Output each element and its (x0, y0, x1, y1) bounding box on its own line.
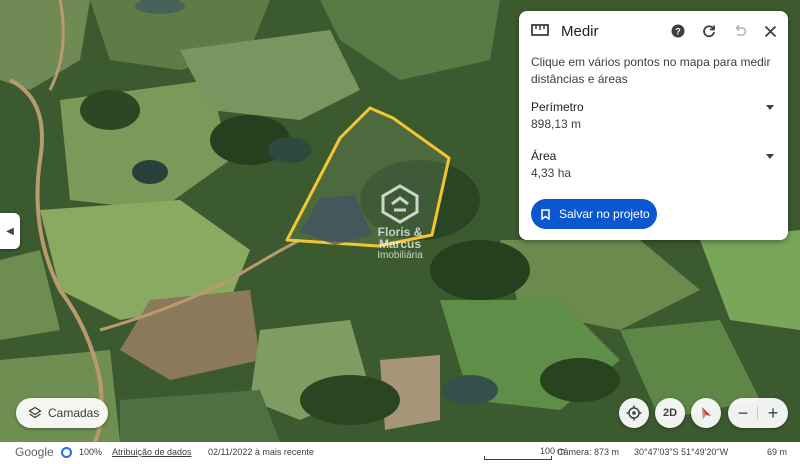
perimeter-value: 898,13 m (531, 117, 582, 131)
undo-icon[interactable] (731, 22, 749, 40)
watermark: Floris & Marcus Imobiliária (360, 184, 440, 278)
layers-button[interactable]: Camadas (16, 398, 108, 428)
watermark-line3: Imobiliária (377, 250, 423, 261)
expand-panel-tab[interactable]: ◀ (0, 213, 20, 249)
help-icon[interactable]: ? (669, 22, 687, 40)
area-label: Área (531, 149, 557, 163)
ground-elevation: 69 m (767, 447, 788, 457)
caret-down-icon[interactable] (766, 154, 774, 159)
ruler-icon (531, 24, 549, 36)
measure-panel: Medir ? Clique em vários pontos no mapa … (519, 11, 788, 240)
status-bar: Google 100% Atribuição de dados 02/11/20… (0, 442, 800, 464)
svg-text:?: ? (675, 27, 681, 37)
caret-down-icon[interactable] (766, 105, 774, 110)
panel-title: Medir (561, 23, 599, 40)
chevron-left-icon: ◀ (6, 225, 14, 237)
zoom-in-button[interactable]: + (758, 398, 788, 428)
google-logo: Google (15, 445, 54, 459)
bookmark-icon (541, 208, 550, 220)
save-to-project-label: Salvar no projeto (559, 207, 650, 221)
area-row[interactable]: Área 4,33 ha (531, 148, 776, 182)
zoom-divider (757, 406, 758, 420)
imagery-date: 02/11/2022 à mais recente (208, 447, 314, 457)
perimeter-label: Perímetro (531, 100, 584, 114)
layers-label: Camadas (48, 406, 100, 420)
my-location-button[interactable] (619, 398, 649, 428)
panel-description: Clique em vários pontos no mapa para med… (531, 55, 771, 86)
crosshair-icon (626, 405, 642, 421)
cursor-coordinates: 30°47'03"S 51°49'20"W (634, 447, 729, 457)
zoom-out-button[interactable]: − (728, 398, 758, 428)
watermark-line2: Marcus (378, 237, 422, 251)
panel-header: Medir ? (519, 11, 788, 51)
zoom-percentage: 100% (79, 447, 103, 457)
save-to-project-button[interactable]: Salvar no projeto (531, 199, 657, 229)
close-icon[interactable] (761, 22, 779, 40)
view-mode-toggle[interactable]: 2D (655, 398, 685, 428)
area-value: 4,33 ha (531, 166, 572, 180)
compass-icon (702, 407, 711, 419)
layers-icon (28, 406, 42, 419)
perimeter-row[interactable]: Perímetro 898,13 m (531, 99, 776, 133)
loading-indicator-icon (61, 447, 72, 458)
refresh-icon[interactable] (700, 22, 718, 40)
watermark-logo-icon (381, 184, 419, 224)
camera-altitude: Câmera: 873 m (557, 447, 620, 457)
compass-button[interactable] (691, 398, 721, 428)
data-attribution-link[interactable]: Atribuição de dados (112, 447, 192, 457)
zoom-control: − + (728, 398, 788, 428)
scale-bar-line (484, 456, 552, 460)
